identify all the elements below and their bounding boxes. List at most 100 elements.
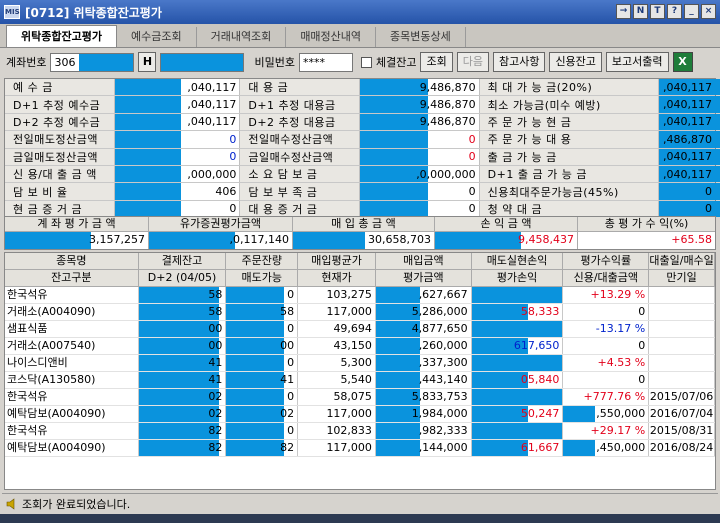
grid-header-cell[interactable]: 평가금액 bbox=[376, 270, 472, 286]
summary-value: ,040,117 bbox=[659, 113, 720, 131]
link-icon[interactable]: → bbox=[616, 4, 631, 19]
summary-label: 신 용/대 출 금 액 bbox=[5, 165, 115, 183]
table-cell: 58,333 bbox=[471, 304, 564, 320]
summary-value: 0 bbox=[114, 148, 241, 165]
table-row[interactable]: 한국석유 02 0 58,075 5,833,753 +777.76 % 2015/07/0… bbox=[5, 389, 715, 406]
table-row[interactable]: 나이스디앤비 41 0 5,300,337,300 +4.53 % bbox=[5, 355, 715, 372]
grid-header-cell[interactable]: 잔고구분 bbox=[5, 270, 139, 286]
table-cell: 2015/08/31 bbox=[649, 423, 715, 439]
summary-label: 청 약 대 금 bbox=[479, 200, 660, 218]
table-row[interactable]: 거래소(A007540) 00 00 43,150,260,000 617,650 0 bbox=[5, 338, 715, 355]
table-cell: 0 bbox=[226, 389, 299, 405]
grid-header-cell[interactable]: D+2 (04/05) bbox=[139, 270, 227, 286]
summary-value: ,486,870 bbox=[659, 131, 720, 148]
table-cell: ,337,300 bbox=[375, 355, 472, 371]
grid-header-cell[interactable]: 매입평균가 bbox=[298, 253, 376, 269]
grid-header-cell[interactable]: 주문잔량 bbox=[226, 253, 299, 269]
table-cell: 거래소(A007540) bbox=[5, 338, 139, 354]
close-icon[interactable]: × bbox=[701, 4, 716, 19]
password-label: 비밀번호 bbox=[254, 56, 295, 69]
excel-icon[interactable]: X bbox=[672, 52, 693, 72]
grid-header-cell[interactable]: 만기일 bbox=[649, 270, 715, 286]
query-button[interactable]: 조회 bbox=[420, 52, 453, 72]
summary-row: D+1 추정 예수금 ,040,117 D+1 추정 대용금 9,486,870 최소 … bbox=[5, 96, 720, 114]
help-icon[interactable]: ? bbox=[667, 4, 682, 19]
t-button[interactable]: T bbox=[650, 4, 665, 19]
grid-header-cell[interactable]: 평가수익률 bbox=[563, 253, 650, 269]
n-button[interactable]: N bbox=[633, 4, 648, 19]
password-input[interactable]: **** bbox=[298, 52, 353, 72]
table-cell: 0 bbox=[226, 321, 299, 337]
totals-header: 계 좌 평 가 금 액 유가증권평가금액 매 입 총 금 액 손 익 금 액 총… bbox=[5, 217, 715, 232]
report-print-button[interactable]: 보고서출력 bbox=[605, 52, 669, 72]
grid-header-cell[interactable]: 신용/대출금액 bbox=[563, 270, 650, 286]
table-cell: 41 bbox=[226, 372, 299, 388]
profit-loss-header: 손 익 금 액 bbox=[435, 217, 578, 231]
table-cell: +29.17 % bbox=[563, 423, 650, 439]
grid-header-cell[interactable]: 대출일/매수일 bbox=[649, 253, 715, 269]
summary-label: 신용최대주문가능금(45%) bbox=[479, 183, 660, 200]
table-cell: 117,000 bbox=[298, 304, 376, 320]
summary-label: 출 금 가 능 금 bbox=[479, 148, 660, 165]
table-cell: 02 bbox=[138, 389, 227, 405]
reference-button[interactable]: 참고사항 bbox=[492, 52, 546, 72]
table-cell: 00 bbox=[138, 338, 227, 354]
table-cell: +13.29 % bbox=[563, 287, 650, 303]
table-cell bbox=[649, 287, 715, 303]
minimize-icon[interactable]: _ bbox=[684, 4, 699, 19]
table-cell: 4,877,650 bbox=[375, 321, 472, 337]
holdings-grid[interactable]: 종목명 결제잔고 주문잔량 매입평균가 매입금액 매도실현손익 평가수익률 대출일/매수일 잔… bbox=[4, 252, 716, 490]
account-label: 계좌번호 bbox=[6, 56, 47, 69]
grid-header-cell[interactable]: 매도실현손익 bbox=[472, 253, 564, 269]
grid-header-cell[interactable]: 현재가 bbox=[298, 270, 376, 286]
summary-label: D+1 추정 예수금 bbox=[5, 96, 115, 113]
grid-header-cell[interactable]: 매입금액 bbox=[376, 253, 472, 269]
summary-label: 금일매도정산금액 bbox=[5, 148, 115, 165]
table-cell: 58 bbox=[138, 287, 227, 303]
grid-header-cell[interactable]: 매도가능 bbox=[226, 270, 299, 286]
totals-values: 3,157,257 ,0,117,140 30,658,703 9,458,43… bbox=[5, 232, 715, 249]
summary-value: 0 bbox=[360, 200, 480, 218]
account-prefix: 306 bbox=[54, 55, 76, 69]
table-cell: 117,000 bbox=[298, 440, 376, 456]
table-row[interactable]: 거래소(A004090) 58 58 117,000 5,286,000 58,333 0 bbox=[5, 304, 715, 321]
summary-value: ,040,117 bbox=[114, 79, 241, 96]
table-cell: 한국석유 bbox=[5, 423, 139, 439]
grid-header-cell[interactable]: 결제잔고 bbox=[139, 253, 227, 269]
grid-header-row-2: 잔고구분 D+2 (04/05) 매도가능 현재가 평가금액 평가손익 신용/대출금액 만기일 bbox=[5, 270, 715, 287]
summary-value: 0 bbox=[360, 131, 480, 148]
tab-balance-eval[interactable]: 위탁종합잔고평가 bbox=[6, 25, 117, 47]
tab-transactions[interactable]: 거래내역조회 bbox=[197, 27, 287, 47]
grid-header-cell[interactable]: 평가손익 bbox=[472, 270, 564, 286]
account-h-button[interactable]: H bbox=[138, 52, 157, 72]
tab-settlement[interactable]: 매매정산내역 bbox=[286, 27, 377, 47]
query-toolbar: 계좌번호 306 H 비밀번호 **** 체결잔고 조회 다음 참고사항 신용잔… bbox=[0, 49, 720, 75]
table-cell: +4.53 % bbox=[563, 355, 650, 371]
summary-value: ,040,117 bbox=[659, 165, 720, 183]
table-row[interactable]: 한국석유 82 0 102,833,982,333 +29.17 % 2015/08/31 bbox=[5, 423, 715, 440]
table-row[interactable]: 샘표식품 00 0 49,694 4,877,650 -13.17 % bbox=[5, 321, 715, 338]
summary-row: 금일매도정산금액 0 금일매수정산금액 0 출 금 가 능 금 ,040,117 bbox=[5, 148, 720, 166]
executed-balance-checkbox[interactable] bbox=[360, 56, 372, 68]
next-button[interactable]: 다음 bbox=[456, 52, 489, 72]
table-cell: 82 bbox=[138, 423, 227, 439]
table-cell bbox=[649, 321, 715, 337]
summary-label: 최소 가능금(미수 예방) bbox=[479, 96, 660, 113]
tab-stock-change[interactable]: 종목변동상세 bbox=[376, 27, 466, 47]
credit-balance-button[interactable]: 신용잔고 bbox=[549, 52, 602, 72]
table-cell: 02 bbox=[226, 406, 299, 422]
summary-label: 담 보 부 족 금 bbox=[240, 183, 361, 200]
tab-deposit[interactable]: 예수금조회 bbox=[117, 27, 197, 47]
summary-value: 0 bbox=[659, 200, 720, 218]
table-row[interactable]: 코스닥(A130580) 41 41 5,540,443,140 05,840 0 bbox=[5, 372, 715, 389]
table-row[interactable]: 예탁담보(A004090) 82 82 117,000,144,000 61,667,4… bbox=[5, 440, 715, 457]
title-bar: MIS [0712] 위탁종합잔고평가 → N T ? _ × bbox=[0, 0, 720, 24]
grid-header-cell[interactable]: 종목명 bbox=[5, 253, 139, 269]
summary-value: ,0,000,000 bbox=[360, 165, 480, 183]
table-row[interactable]: 예탁담보(A004090) 02 02 117,000 1,984,000 50,247,… bbox=[5, 406, 715, 423]
table-row[interactable]: 한국석유 58 0 103,275,627,667 +13.29 % bbox=[5, 287, 715, 304]
account-input[interactable]: 306 bbox=[50, 52, 135, 72]
summary-value: 9,486,870 bbox=[360, 96, 480, 113]
table-cell: 58,075 bbox=[298, 389, 376, 405]
table-cell: 41 bbox=[138, 372, 227, 388]
